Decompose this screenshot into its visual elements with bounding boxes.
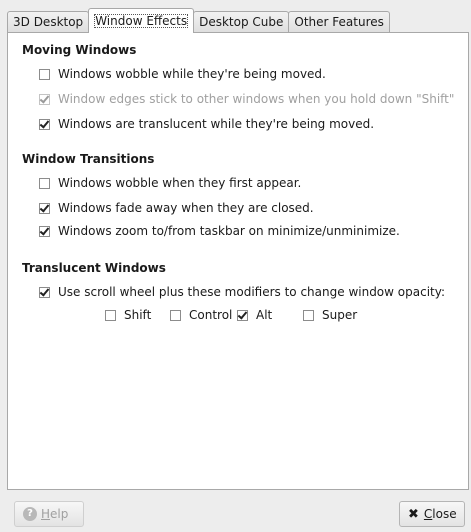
help-mnemonic: H: [41, 507, 51, 521]
tab-panel-border: [7, 32, 469, 33]
tab-other-features[interactable]: Other Features: [288, 11, 390, 33]
checkbox-alt[interactable]: [237, 309, 248, 321]
modifier-control[interactable]: Control: [170, 308, 232, 322]
option-translucent-moved[interactable]: Windows are translucent while they're be…: [39, 117, 374, 131]
modifier-label: Super: [322, 308, 358, 322]
modifier-label: Shift: [124, 308, 152, 322]
option-label: Windows wobble when they first appear.: [58, 176, 302, 190]
modifier-label: Control: [189, 308, 233, 322]
tab-desktop-cube[interactable]: Desktop Cube: [193, 11, 290, 33]
checkbox-shift[interactable]: [105, 309, 116, 321]
option-label: Windows are translucent while they're be…: [58, 117, 375, 131]
checkbox-wobble-moved[interactable]: [39, 68, 50, 80]
modifier-alt[interactable]: Alt: [237, 308, 272, 322]
option-wobble-appear[interactable]: Windows wobble when they first appear.: [39, 176, 301, 190]
checkbox-edges-stick: [39, 93, 50, 105]
option-label: Windows zoom to/from taskbar on minimize…: [58, 224, 400, 238]
close-icon: ✖: [408, 506, 419, 522]
tab-window-effects[interactable]: Window Effects: [88, 8, 195, 33]
checkbox-wobble-appear[interactable]: [39, 177, 50, 189]
tab-3d-desktop[interactable]: 3D Desktop: [7, 11, 90, 33]
checkbox-control[interactable]: [170, 309, 181, 321]
checkbox-translucent-moved[interactable]: [39, 118, 50, 130]
close-mnemonic: C: [423, 507, 433, 521]
option-zoom-taskbar[interactable]: Windows zoom to/from taskbar on minimize…: [39, 224, 400, 238]
option-label: Use scroll wheel plus these modifiers to…: [58, 285, 445, 299]
window-effects-panel: Moving Windows Windows wobble while they…: [7, 32, 469, 490]
checkbox-super[interactable]: [303, 309, 314, 321]
tab-bar: 3D Desktop Window Effects Desktop Cube O…: [7, 8, 390, 33]
modifier-super[interactable]: Super: [303, 308, 357, 322]
checkbox-fade-closed[interactable]: [39, 202, 50, 214]
modifier-shift[interactable]: Shift: [105, 308, 151, 322]
section-title-translucent-windows: Translucent Windows: [22, 261, 166, 275]
checkbox-zoom-taskbar[interactable]: [39, 225, 50, 237]
help-icon: ?: [23, 507, 37, 521]
modifier-label: Alt: [256, 308, 273, 322]
close-label-rest: lose: [432, 507, 457, 521]
option-wobble-moved[interactable]: Windows wobble while they're being moved…: [39, 67, 326, 81]
section-title-window-transitions: Window Transitions: [22, 152, 155, 166]
help-button: ? Help: [14, 501, 84, 527]
close-button[interactable]: ✖ Close: [399, 501, 465, 527]
option-label: Windows wobble while they're being moved…: [58, 67, 326, 81]
option-label: Window edges stick to other windows when…: [58, 92, 455, 106]
checkbox-scroll-wheel-opacity[interactable]: [39, 286, 50, 298]
help-label-rest: elp: [50, 507, 69, 521]
option-edges-stick: Window edges stick to other windows when…: [39, 92, 454, 106]
option-label: Windows fade away when they are closed.: [58, 201, 314, 215]
tab-window-effects-label: Window Effects: [94, 14, 189, 28]
section-title-moving-windows: Moving Windows: [22, 43, 137, 57]
option-scroll-wheel-opacity[interactable]: Use scroll wheel plus these modifiers to…: [39, 285, 445, 299]
option-fade-closed[interactable]: Windows fade away when they are closed.: [39, 201, 314, 215]
